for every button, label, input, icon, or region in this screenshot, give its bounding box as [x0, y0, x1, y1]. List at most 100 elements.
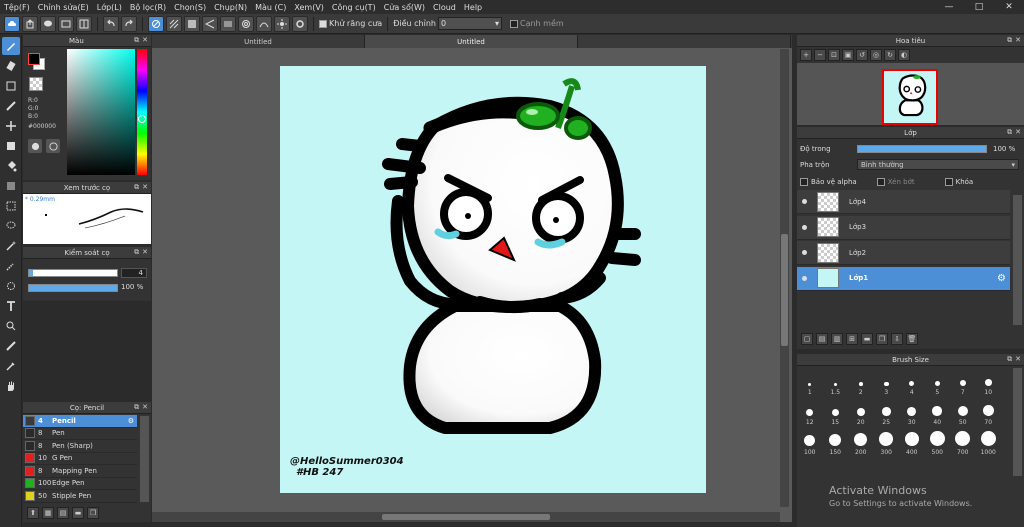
fill-rect-tool-icon[interactable] — [2, 137, 20, 155]
new-layer-icon[interactable]: ▢ — [801, 333, 813, 345]
magic-wand-tool-icon[interactable] — [2, 237, 20, 255]
perspective-icon[interactable] — [202, 15, 218, 32]
brush-size-cell[interactable]: 70 — [976, 398, 1002, 428]
share-icon[interactable] — [58, 15, 74, 32]
new-brush-icon[interactable]: ▤ — [57, 507, 69, 519]
close-icon[interactable]: ✕ — [142, 36, 148, 45]
select-eraser-tool-icon[interactable] — [2, 277, 20, 295]
eraser-tool-icon[interactable] — [2, 57, 20, 75]
dotted-tool-icon[interactable] — [2, 97, 20, 115]
hatch-icon[interactable] — [166, 15, 182, 32]
new-layer-1bit-icon[interactable]: ▥ — [831, 333, 843, 345]
layer-opacity-slider[interactable] — [857, 145, 987, 153]
canvas-vertical-scrollbar[interactable] — [780, 49, 789, 507]
drawing-canvas[interactable]: @HelloSummer0304 #HB 247 — [280, 66, 706, 493]
soft-edge-toggle[interactable]: Cạnh mềm — [509, 19, 564, 28]
rect-select-tool-icon[interactable] — [2, 77, 20, 95]
radial-icon[interactable] — [274, 15, 290, 32]
export-icon[interactable] — [22, 15, 38, 32]
close-icon[interactable]: ✕ — [1015, 128, 1021, 137]
lasso-tool-icon[interactable] — [2, 217, 20, 235]
brush-folder-icon[interactable]: ▦ — [42, 507, 54, 519]
brush-size-cell[interactable]: 200 — [848, 428, 874, 458]
folder-icon[interactable]: ▬ — [72, 507, 84, 519]
menu-item-6[interactable]: Màu (C) — [251, 3, 290, 12]
close-icon[interactable]: ✕ — [142, 183, 148, 192]
ruler-tool-icon[interactable] — [2, 337, 20, 355]
curve-icon[interactable] — [256, 15, 272, 32]
menu-item-0[interactable]: Tệp(F) — [0, 3, 34, 12]
brush-size-cell[interactable]: 700 — [950, 428, 976, 458]
visibility-eye-icon[interactable] — [797, 199, 811, 204]
fit-icon[interactable]: ⊡ — [828, 49, 840, 61]
select-tool-icon[interactable] — [2, 197, 20, 215]
rotate-left-icon[interactable]: ↺ — [856, 49, 868, 61]
visibility-eye-icon[interactable] — [797, 275, 811, 281]
add-image-layer-icon[interactable]: ⊞ — [846, 333, 858, 345]
menu-item-9[interactable]: Cửa sổ(W) — [380, 3, 429, 12]
pin-icon[interactable]: ⧉ — [1007, 355, 1012, 364]
layout-icon[interactable] — [76, 15, 92, 32]
zoom-out-icon[interactable]: − — [814, 49, 826, 61]
lock-checkbox[interactable] — [944, 178, 953, 186]
saturation-value-picker[interactable] — [67, 49, 135, 175]
menu-item-2[interactable]: Lớp(L) — [93, 3, 126, 12]
brush-size-slider[interactable] — [28, 269, 118, 277]
select-pen-tool-icon[interactable] — [2, 257, 20, 275]
brush-list-scrollbar[interactable] — [140, 416, 149, 502]
soft-edge-checkbox[interactable] — [509, 19, 518, 28]
close-button[interactable]: ✕ — [994, 0, 1024, 14]
gradient-tool-icon[interactable] — [2, 177, 20, 195]
brush-item[interactable]: 8 Mapping Pen — [23, 465, 137, 478]
brush-size-cell[interactable]: 400 — [899, 428, 925, 458]
zoom-in-icon[interactable]: + — [800, 49, 812, 61]
menu-item-3[interactable]: Bộ lọc(R) — [126, 3, 170, 12]
brush-size-cell[interactable]: 150 — [823, 428, 849, 458]
brush-size-cell[interactable]: 3 — [874, 368, 900, 398]
rotate-reset-icon[interactable]: ◎ — [870, 49, 882, 61]
flip-icon[interactable]: ◐ — [898, 49, 910, 61]
clipping-checkbox[interactable] — [876, 178, 885, 186]
close-icon[interactable]: ✕ — [1015, 36, 1021, 45]
tab-untitled-1[interactable]: Untitled — [152, 35, 365, 48]
layer-list-scrollbar[interactable] — [1013, 195, 1022, 325]
brush-size-value[interactable]: 4 — [121, 268, 147, 278]
delete-layer-icon[interactable]: 🗑 — [906, 333, 918, 345]
settings-icon[interactable] — [292, 15, 308, 32]
brush-size-cell[interactable]: 12 — [797, 398, 823, 428]
menu-item-7[interactable]: Xem(V) — [290, 3, 328, 12]
redo-icon[interactable] — [121, 15, 137, 32]
layer-item[interactable]: Lớp1 ⚙ — [797, 266, 1010, 291]
brush-item[interactable]: 8 Pen — [23, 428, 137, 440]
gear-icon[interactable]: ⚙ — [997, 273, 1006, 284]
pin-icon[interactable]: ⧉ — [134, 36, 139, 45]
brush-size-cell[interactable]: 25 — [874, 398, 900, 428]
brush-item[interactable]: 10 G Pen — [23, 453, 137, 465]
canvas-horizontal-scrollbar[interactable] — [152, 512, 780, 522]
new-layer-8bit-icon[interactable]: ▤ — [816, 333, 828, 345]
blend-mode-select[interactable]: Bình thường ▾ — [857, 159, 1019, 170]
brush-item[interactable]: 50 Stipple Pen — [23, 490, 137, 503]
layer-item[interactable]: Lớp4 — [797, 190, 1010, 214]
cloud-icon[interactable] — [4, 15, 20, 32]
text-tool-icon[interactable] — [2, 297, 20, 315]
adjust-select[interactable]: 0 ▾ — [437, 17, 502, 30]
brush-size-cell[interactable]: 1000 — [976, 428, 1002, 458]
deselect-icon[interactable] — [148, 15, 164, 32]
brush-size-cell[interactable]: 20 — [848, 398, 874, 428]
pin-icon[interactable]: ⧉ — [1007, 128, 1012, 137]
brush-size-cell[interactable]: 4 — [899, 368, 925, 398]
pin-icon[interactable]: ⧉ — [134, 183, 139, 192]
concentric-icon[interactable] — [238, 15, 254, 32]
tab-empty[interactable] — [578, 35, 791, 48]
menu-item-10[interactable]: Cloud — [429, 3, 460, 12]
minimize-button[interactable]: — — [934, 0, 964, 14]
chat-icon[interactable] — [40, 15, 56, 32]
menu-item-1[interactable]: Chỉnh sửa(E) — [34, 3, 93, 12]
menu-item-5[interactable]: Chụp(N) — [210, 3, 251, 12]
brush-size-cell[interactable]: 300 — [874, 428, 900, 458]
duplicate-layer-icon[interactable]: ❐ — [876, 333, 888, 345]
brush-size-cell[interactable]: 2 — [848, 368, 874, 398]
new-folder-icon[interactable]: ▬ — [861, 333, 873, 345]
brush-size-cell[interactable]: 50 — [950, 398, 976, 428]
